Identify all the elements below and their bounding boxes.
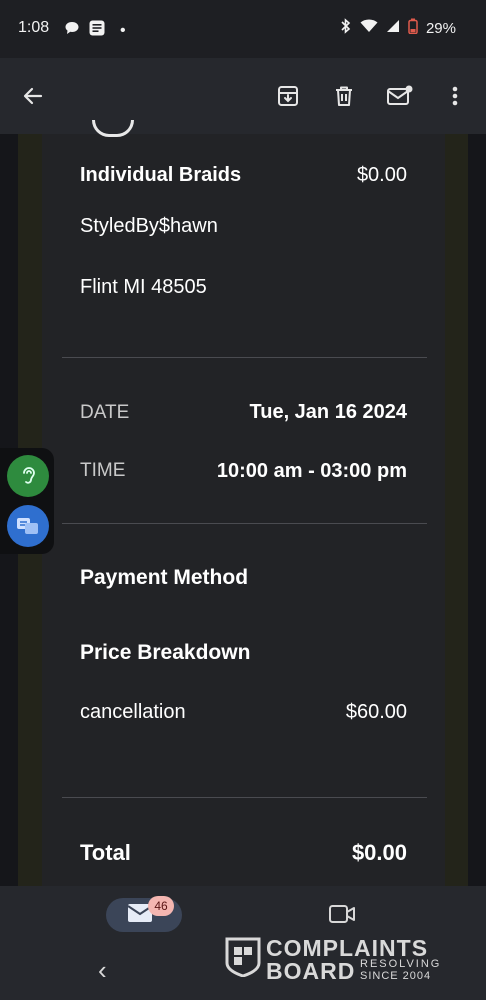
translate-icon[interactable] (7, 505, 49, 547)
trash-icon[interactable] (330, 82, 358, 110)
status-time: 1:08 (18, 19, 50, 36)
more-vert-icon[interactable] (441, 82, 469, 110)
status-notification-icons: • (64, 19, 126, 42)
back-arrow-icon[interactable] (19, 82, 47, 110)
divider (62, 523, 427, 524)
breakdown-item-label: cancellation (80, 701, 186, 723)
mark-unread-icon[interactable] (386, 82, 414, 110)
breakdown-item-amount: $60.00 (345, 701, 407, 723)
complaints-board-logo (224, 935, 262, 982)
divider (62, 797, 427, 798)
hearing-icon[interactable] (7, 455, 49, 497)
app-bar (0, 58, 486, 134)
date-value: Tue, Jan 16 2024 (249, 401, 408, 423)
meet-video-icon[interactable] (328, 903, 356, 930)
business-location: Flint MI 48505 (80, 276, 207, 298)
watermark-tag2: SINCE 2004 (360, 970, 432, 982)
payment-method-heading: Payment Method (80, 566, 249, 589)
service-name: Individual Braids (80, 164, 242, 186)
watermark-tag1: RESOLVING (360, 958, 442, 970)
status-bar: 1:08 • 29% (0, 0, 486, 58)
total-value: $0.00 (351, 840, 407, 865)
booking-card (42, 134, 445, 886)
divider (62, 357, 427, 358)
date-label: DATE (80, 402, 130, 423)
total-label: Total (80, 840, 131, 865)
bluetooth-icon (340, 18, 352, 38)
cell-signal-icon (386, 19, 400, 37)
service-price: $0.00 (356, 164, 407, 186)
email-margin-right (444, 134, 468, 886)
time-label: TIME (80, 460, 126, 481)
price-breakdown-heading: Price Breakdown (80, 641, 251, 664)
watermark-line2: BOARD (266, 958, 356, 984)
battery-percent: 29% (425, 19, 456, 37)
business-name: StyledBy$hawn (80, 215, 218, 237)
wifi-icon (360, 19, 378, 37)
system-back-button[interactable]: ‹ (98, 955, 107, 986)
message-square-icon (88, 19, 106, 42)
unread-count-badge: 46 (148, 896, 174, 916)
archive-icon[interactable] (274, 82, 302, 110)
status-system-icons: 29% (340, 18, 456, 38)
status-dot: • (120, 21, 126, 39)
chat-bubble-icon (64, 20, 80, 41)
battery-icon (408, 18, 418, 38)
time-value: 10:00 am - 03:00 pm (216, 460, 407, 482)
floating-tools-panel (0, 448, 54, 554)
